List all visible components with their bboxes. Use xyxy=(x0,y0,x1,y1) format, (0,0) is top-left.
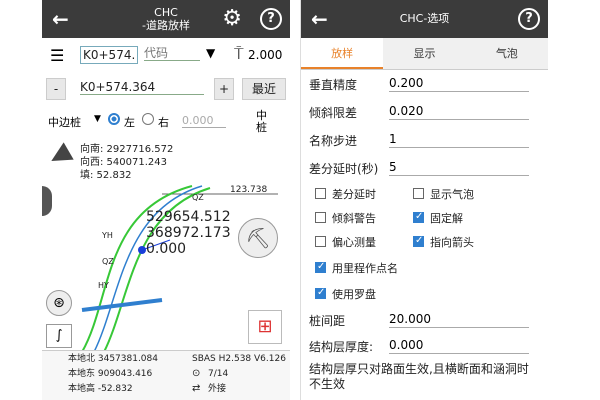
checkbox-label: 用里程作点名 xyxy=(332,262,398,275)
scale-label: 123.738 xyxy=(230,185,268,195)
map-label-qz-top: QZ xyxy=(192,193,204,202)
checkbox-show-bubble[interactable]: 显示气泡 xyxy=(413,186,474,202)
gear-icon[interactable]: ⚙ xyxy=(222,6,242,31)
checkbox-label: 使用罗盘 xyxy=(332,288,376,301)
checkbox-mileage-name[interactable]: 用里程作点名 xyxy=(315,260,398,276)
sbas-status: SBAS H2.538 V6.126 xyxy=(192,354,286,364)
map-coord-1: 529654.512 xyxy=(146,209,231,225)
checkbox-pointer-arrow[interactable]: 指向箭头 xyxy=(413,234,474,250)
checkbox-box xyxy=(413,235,424,247)
tab-stakeout[interactable]: 放样 xyxy=(301,38,384,69)
help-icon[interactable]: ? xyxy=(518,8,540,30)
checkbox-label: 指向箭头 xyxy=(430,236,474,249)
vertical-accuracy-label: 垂直精度 xyxy=(309,78,358,92)
nearest-button[interactable]: 最近 xyxy=(242,78,286,100)
checkbox-box xyxy=(315,236,326,247)
left-radio[interactable] xyxy=(108,113,120,125)
right-radio[interactable] xyxy=(142,113,154,125)
satellite-icon: ⊙ xyxy=(192,368,201,379)
options-screen: ← CHC-选项 ? 放样 显示 气泡 垂直精度 0.200 倾斜限差 0.02… xyxy=(300,0,548,400)
checkbox-box xyxy=(315,188,326,199)
step-row: - + 最近 xyxy=(42,76,290,102)
tab-display[interactable]: 显示 xyxy=(383,38,465,69)
list-icon[interactable]: ☰ xyxy=(50,46,64,65)
step-station-input[interactable] xyxy=(80,80,204,95)
checkbox-label: 偏心测量 xyxy=(332,236,376,249)
screen-title: -道路放样 xyxy=(142,19,190,32)
south-readout: 向南: 2927716.572 xyxy=(80,144,174,155)
map-label-yh: YH xyxy=(102,231,113,240)
target-button[interactable]: ⊛ xyxy=(46,290,72,316)
checkbox-label: 差分延时 xyxy=(332,188,376,201)
checkbox-box xyxy=(413,211,424,223)
map-canvas[interactable]: 123.738 QZ YH QZ HY 529654.512 368972.17… xyxy=(42,180,290,353)
top-bar: ← CHC -道路放样 ⚙ ? xyxy=(42,0,290,38)
checkbox-box xyxy=(315,261,326,273)
screen-title: CHC-选项 xyxy=(399,12,450,25)
checkbox-use-compass[interactable]: 使用罗盘 xyxy=(315,286,376,302)
layer-thickness-label: 结构层厚度: xyxy=(309,340,374,354)
center-stake-label: 中桩 xyxy=(256,109,267,134)
diff-delay-input[interactable]: 5 xyxy=(389,160,529,176)
pole-icon[interactable]: ⍑ xyxy=(234,44,244,64)
checkbox-label: 显示气泡 xyxy=(430,188,474,201)
top-bar: ← CHC-选项 ? xyxy=(301,0,548,38)
map-label-hy: HY xyxy=(98,281,109,290)
name-step-label: 名称步进 xyxy=(309,134,358,148)
direction-arrow-icon xyxy=(46,142,74,170)
code-input[interactable] xyxy=(144,46,200,61)
offset-row: 中边桩 ▼ 左 右 0.000 中桩 xyxy=(42,108,290,136)
pole-height: 2.000 xyxy=(248,48,283,62)
offset-value[interactable]: 0.000 xyxy=(182,114,226,128)
app-title: CHC xyxy=(154,6,178,19)
help-icon[interactable]: ? xyxy=(260,8,282,30)
tilt-tolerance-label: 倾斜限差 xyxy=(309,106,358,120)
map-coord-3: 0.000 xyxy=(146,241,187,257)
map-label-qz: QZ xyxy=(102,257,114,266)
stake-spacing-input[interactable]: 20.000 xyxy=(389,312,529,328)
local-north: 本地北 3457381.084 xyxy=(68,354,158,364)
tab-bar: 放样 显示 气泡 xyxy=(301,38,548,70)
step-plus-button[interactable]: + xyxy=(214,78,234,100)
local-east: 本地东 909043.416 xyxy=(68,369,153,379)
checkbox-offset-measure[interactable]: 偏心测量 xyxy=(315,234,376,250)
station-input[interactable] xyxy=(80,46,138,64)
offset-type-select[interactable]: 中边桩 xyxy=(48,114,81,130)
right-radio-label: 右 xyxy=(158,116,169,129)
station-row: ☰ ▼ ⍑ 2.000 xyxy=(42,44,290,70)
checkbox-fixed-solution[interactable]: 固定解 xyxy=(413,210,463,226)
west-readout: 向西: 540071.243 xyxy=(80,157,167,168)
checkbox-box xyxy=(413,188,424,199)
checkbox-box xyxy=(315,212,326,223)
stake-point-button[interactable]: ⊞ xyxy=(248,310,282,344)
step-minus-button[interactable]: - xyxy=(46,78,66,100)
checkbox-label: 倾斜警告 xyxy=(332,212,376,225)
layer-note: 结构层厚只对路面生效,且横断面和涵洞时不生效 xyxy=(309,362,529,391)
vertical-accuracy-input[interactable]: 0.200 xyxy=(389,76,529,92)
tab-bubble[interactable]: 气泡 xyxy=(466,38,548,69)
offset-type-dropdown-icon[interactable]: ▼ xyxy=(94,114,101,124)
stake-spacing-label: 桩间距 xyxy=(309,314,346,328)
checkbox-label: 固定解 xyxy=(430,212,463,225)
layer-thickness-input[interactable]: 0.000 xyxy=(389,338,529,354)
dropdown-icon[interactable]: ▼ xyxy=(206,46,215,60)
satellite-count: 7/14 xyxy=(208,369,229,379)
local-height: 本地高 -52.832 xyxy=(68,384,133,394)
curve-button[interactable]: ∫ xyxy=(46,324,72,348)
tilt-tolerance-input[interactable]: 0.020 xyxy=(389,104,529,120)
left-radio-label: 左 xyxy=(124,116,135,129)
link-icon: ⇄ xyxy=(192,383,201,394)
checkbox-tilt-warning[interactable]: 倾斜警告 xyxy=(315,210,376,226)
road-stakeout-screen: ← CHC -道路放样 ⚙ ? ☰ ▼ ⍑ 2.000 - + 最近 中边桩 ▼… xyxy=(42,0,290,400)
checkbox-diff-delay[interactable]: 差分延时 xyxy=(315,186,376,202)
diff-delay-label: 差分延时(秒) xyxy=(309,162,379,176)
name-step-input[interactable]: 1 xyxy=(389,132,529,148)
stakeout-tool-button[interactable]: ⛏ xyxy=(238,218,278,258)
link-status: 外接 xyxy=(208,384,227,394)
status-bar: 本地北 3457381.084 本地东 909043.416 本地高 -52.8… xyxy=(42,350,290,400)
checkbox-box xyxy=(315,287,326,299)
map-coord-2: 368972.173 xyxy=(146,225,231,241)
